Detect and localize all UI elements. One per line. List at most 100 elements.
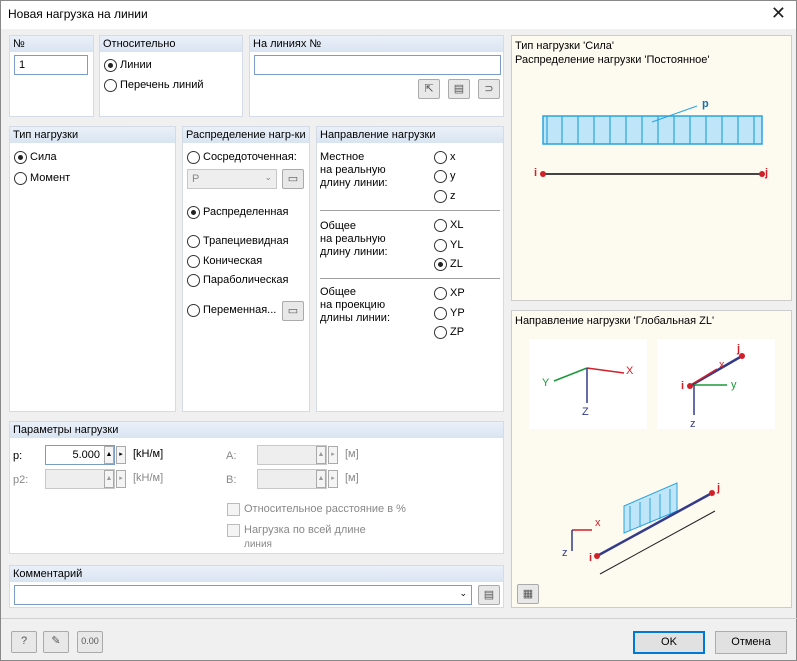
p-spinner[interactable]: ▲ <box>104 446 114 464</box>
full-length-checkbox[interactable] <box>227 524 240 537</box>
chevron-down-icon: ⌄ <box>459 588 467 598</box>
direction-local-label: Местное на реальную длину линии: <box>320 151 388 189</box>
direction-diagram <box>529 339 775 575</box>
member-axis-z-label: z <box>562 547 568 559</box>
dialog-window: Новая нагрузка на линии ✕ № 1 Относитель… <box>0 0 797 661</box>
p-menu-button[interactable]: ▸ <box>116 446 126 464</box>
radio-force-label: Сила <box>30 151 57 163</box>
direction-global-true-label: Общее на реальную длину линии: <box>320 220 388 258</box>
radio-varying[interactable] <box>187 304 200 317</box>
group-direction-header: Направление нагрузки <box>317 127 503 143</box>
radio-trapezoid[interactable] <box>187 235 200 248</box>
radio-dir-yp[interactable] <box>434 307 447 320</box>
edit-varying-icon[interactable]: ▭ <box>282 301 304 321</box>
radio-tapered[interactable] <box>187 255 200 268</box>
select-lines-icon[interactable]: ▤ <box>448 79 470 99</box>
radio-dir-zl-label: ZL <box>450 258 463 270</box>
radio-lines[interactable] <box>104 59 117 72</box>
radio-dir-xp-label: XP <box>450 287 465 299</box>
radio-tapered-label: Коническая <box>203 255 263 267</box>
radio-dir-yl[interactable] <box>434 239 447 252</box>
p-value: 5.000 <box>72 449 100 461</box>
full-length-label: Нагрузка по всей длине <box>244 524 366 536</box>
b-spinner[interactable]: ▲ <box>316 470 326 488</box>
member-axis-x-label: x <box>595 517 601 529</box>
cancel-button[interactable]: Отмена <box>715 631 787 654</box>
radio-dir-x[interactable] <box>434 151 447 164</box>
comment-input[interactable]: ⌄ <box>14 585 472 605</box>
axis-y-label: Y <box>542 377 550 389</box>
group-direction: Направление нагрузки Местное на реальную… <box>316 126 504 412</box>
concentrated-select[interactable]: P ⌄ <box>187 169 277 189</box>
radio-dir-zl[interactable] <box>434 258 447 271</box>
p-unit: [kH/м] <box>133 448 164 460</box>
a-menu-button[interactable]: ▸ <box>328 446 338 464</box>
member-node-j-tag: j <box>717 482 721 494</box>
ok-button[interactable]: OK <box>633 631 705 654</box>
radio-uniform[interactable] <box>187 206 200 219</box>
group-load-params-header: Параметры нагрузки <box>10 422 503 438</box>
radio-dir-z-label: z <box>450 190 456 202</box>
b-menu-button[interactable]: ▸ <box>328 470 338 488</box>
group-comment-header: Комментарий <box>10 566 503 582</box>
uniform-load-diagram <box>540 105 765 177</box>
relative-distance-checkbox[interactable] <box>227 503 240 516</box>
group-relative-header: Относительно <box>100 36 242 52</box>
radio-dir-xl[interactable] <box>434 219 447 232</box>
p2-label: p2: <box>13 474 29 486</box>
concentrated-select-value: P <box>192 173 200 185</box>
divider <box>320 210 500 211</box>
p2-menu-button[interactable]: ▸ <box>116 470 126 488</box>
edit-icon[interactable]: ✎ <box>43 631 69 653</box>
relative-distance-label: Относительное расстояние в % <box>244 503 406 515</box>
radio-dir-zp[interactable] <box>434 326 447 339</box>
preview-options-icon[interactable]: ▦ <box>517 584 539 604</box>
radio-dir-yl-label: YL <box>450 239 464 251</box>
related-lines-icon[interactable]: ⊃ <box>478 79 500 99</box>
group-distribution: Распределение нагр-ки Сосредоточенная: P… <box>182 126 310 412</box>
radio-moment[interactable] <box>14 172 27 185</box>
load-p-tag: p <box>702 98 709 110</box>
pick-line-icon[interactable]: ⇱ <box>418 79 440 99</box>
p-label: p: <box>13 450 23 462</box>
a-spinner[interactable]: ▲ <box>316 446 326 464</box>
radio-force[interactable] <box>14 151 27 164</box>
radio-dir-z[interactable] <box>434 190 447 203</box>
radio-concentrated[interactable] <box>187 151 200 164</box>
group-number: № 1 <box>9 35 94 117</box>
comment-library-icon[interactable]: ▤ <box>478 585 500 605</box>
radio-moment-label: Момент <box>30 172 71 184</box>
number-input[interactable]: 1 <box>14 55 88 75</box>
a-label: A: <box>226 450 237 462</box>
axis-x-label: X <box>626 365 634 377</box>
radio-dir-xp[interactable] <box>434 287 447 300</box>
units-icon[interactable]: 0.00 <box>77 631 103 653</box>
radio-line-list[interactable] <box>104 79 117 92</box>
radio-uniform-label: Распределенная <box>203 206 289 218</box>
full-length-sub-label: линия <box>244 539 272 550</box>
radio-dir-y-label: y <box>450 170 456 182</box>
close-icon[interactable]: ✕ <box>771 3 786 24</box>
help-icon[interactable]: ? <box>11 631 37 653</box>
p2-spinner[interactable]: ▲ <box>104 470 114 488</box>
group-relative: Относительно Линии Перечень линий <box>99 35 243 117</box>
radio-varying-label: Переменная... <box>203 304 277 316</box>
radio-parabolic-label: Параболическая <box>203 274 289 286</box>
edit-concentrated-icon[interactable]: ▭ <box>282 169 304 189</box>
direction-global-proj-label: Общее на проекцию длины линии: <box>320 286 391 324</box>
radio-dir-y[interactable] <box>434 170 447 183</box>
radio-line-list-label: Перечень линий <box>120 79 204 91</box>
group-load-type-header: Тип нагрузки <box>10 127 175 143</box>
group-load-type: Тип нагрузки Сила Момент <box>9 126 176 412</box>
radio-dir-zp-label: ZP <box>450 326 465 338</box>
group-comment: Комментарий ⌄ ▤ <box>9 565 504 608</box>
member-node-i-tag: i <box>589 552 593 564</box>
b-label: B: <box>226 474 237 486</box>
on-lines-input[interactable] <box>254 55 501 75</box>
radio-parabolic[interactable] <box>187 274 200 287</box>
preview-direction: Направление нагрузки 'Глобальная ZL' X Y… <box>511 310 792 608</box>
node-j-tag: j <box>765 167 769 179</box>
group-distribution-header: Распределение нагр-ки <box>183 127 309 143</box>
local-axis-z-label: z <box>690 418 696 430</box>
diagram-node-i-tag: i <box>681 380 685 392</box>
